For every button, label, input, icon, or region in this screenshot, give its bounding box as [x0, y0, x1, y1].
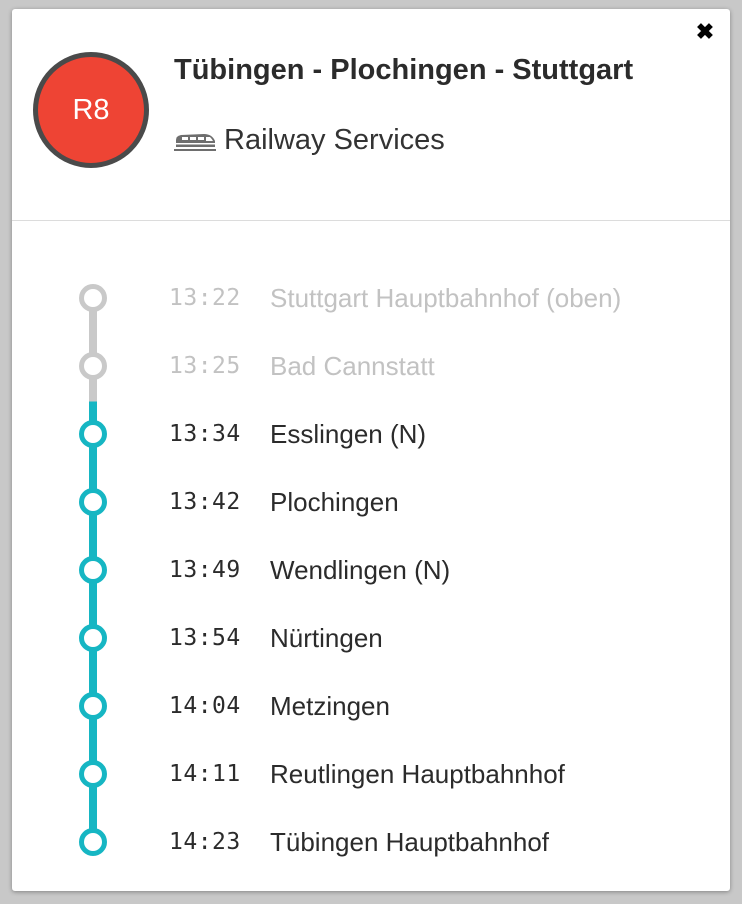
stop-name: Stuttgart Hauptbahnhof (oben) [270, 282, 622, 313]
stop-marker [79, 420, 107, 448]
stop-marker [79, 284, 107, 312]
stop-name: Nürtingen [270, 622, 383, 653]
stop-row[interactable]: 13:42 Plochingen [169, 485, 399, 519]
stop-time: 14:23 [169, 829, 241, 855]
stop-row[interactable]: 14:04 Metzingen [169, 689, 390, 723]
stop-time: 14:04 [169, 693, 241, 719]
stop-marker [79, 556, 107, 584]
stop-marker [79, 624, 107, 652]
stop-name: Metzingen [270, 690, 390, 721]
stop-marker [79, 760, 107, 788]
stop-name: Tübingen Hauptbahnhof [270, 826, 550, 857]
stop-time: 13:25 [169, 353, 241, 379]
stop-row[interactable]: 13:22 Stuttgart Hauptbahnhof (oben) [169, 281, 621, 315]
stop-name: Esslingen (N) [270, 418, 427, 449]
stop-time: 13:34 [169, 421, 241, 447]
stop-marker [79, 488, 107, 516]
stop-row[interactable]: 13:25 Bad Cannstatt [169, 349, 435, 383]
stop-name: Reutlingen Hauptbahnhof [270, 758, 565, 789]
stop-row[interactable]: 14:11 Reutlingen Hauptbahnhof [169, 757, 565, 791]
stop-marker [79, 352, 107, 380]
stop-time: 13:54 [169, 625, 241, 651]
stop-row[interactable]: 13:54 Nürtingen [169, 621, 383, 655]
stop-time: 13:49 [169, 557, 241, 583]
stop-timeline: 13:22 Stuttgart Hauptbahnhof (oben) 13:25 B… [12, 9, 730, 891]
stop-name: Wendlingen (N) [270, 554, 451, 585]
stop-name: Bad Cannstatt [270, 350, 435, 381]
route-popup: ✖ R8 Tübingen - Plochingen - Stuttgart R… [12, 9, 730, 891]
stop-time: 13:42 [169, 489, 241, 515]
stop-row[interactable]: 14:23 Tübingen Hauptbahnhof [169, 825, 549, 859]
stop-marker [79, 692, 107, 720]
stop-marker [79, 828, 107, 856]
stop-row[interactable]: 13:49 Wendlingen (N) [169, 553, 450, 587]
stop-time: 13:22 [169, 285, 241, 311]
stop-name: Plochingen [270, 486, 399, 517]
stop-row[interactable]: 13:34 Esslingen (N) [169, 417, 426, 451]
stop-time: 14:11 [169, 761, 241, 787]
